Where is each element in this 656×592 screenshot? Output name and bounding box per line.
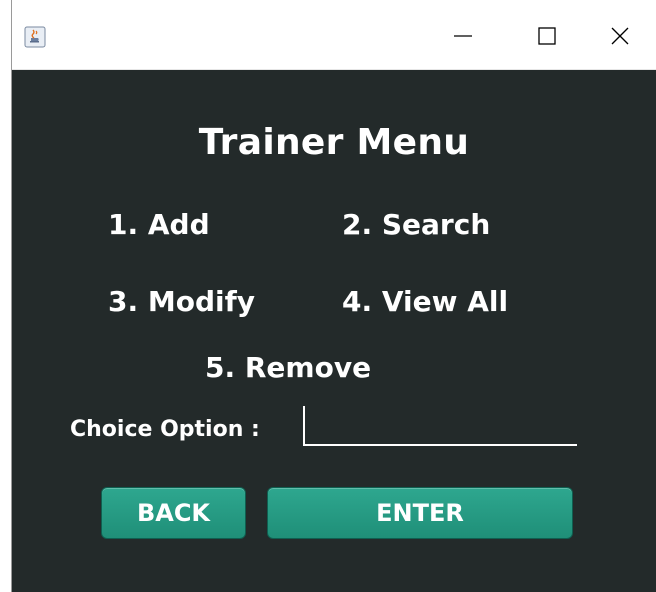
java-cup-icon [24, 26, 46, 48]
option-modify: 3. Modify [108, 285, 256, 318]
minimize-icon [454, 35, 472, 37]
back-button[interactable]: BACK [101, 487, 246, 539]
title-bar[interactable] [12, 0, 656, 70]
minimize-button[interactable] [433, 12, 493, 60]
page-title: Trainer Menu [198, 122, 470, 163]
desktop: Trainer Menu 1. Add 2. Search 3. Modify … [0, 0, 656, 592]
trainer-menu-window: Trainer Menu 1. Add 2. Search 3. Modify … [11, 0, 656, 592]
option-remove: 5. Remove [205, 351, 372, 384]
menu-panel: Trainer Menu 1. Add 2. Search 3. Modify … [12, 70, 656, 592]
option-search: 2. Search [342, 208, 491, 241]
choice-option-label: Choice Option : [70, 417, 260, 442]
choice-option-input[interactable] [303, 406, 577, 446]
maximize-button[interactable] [517, 12, 577, 60]
option-view-all: 4. View All [342, 285, 509, 318]
close-icon [611, 27, 629, 45]
maximize-icon [538, 27, 556, 45]
option-add: 1. Add [108, 208, 210, 241]
close-button[interactable] [590, 12, 650, 60]
enter-button[interactable]: ENTER [267, 487, 573, 539]
